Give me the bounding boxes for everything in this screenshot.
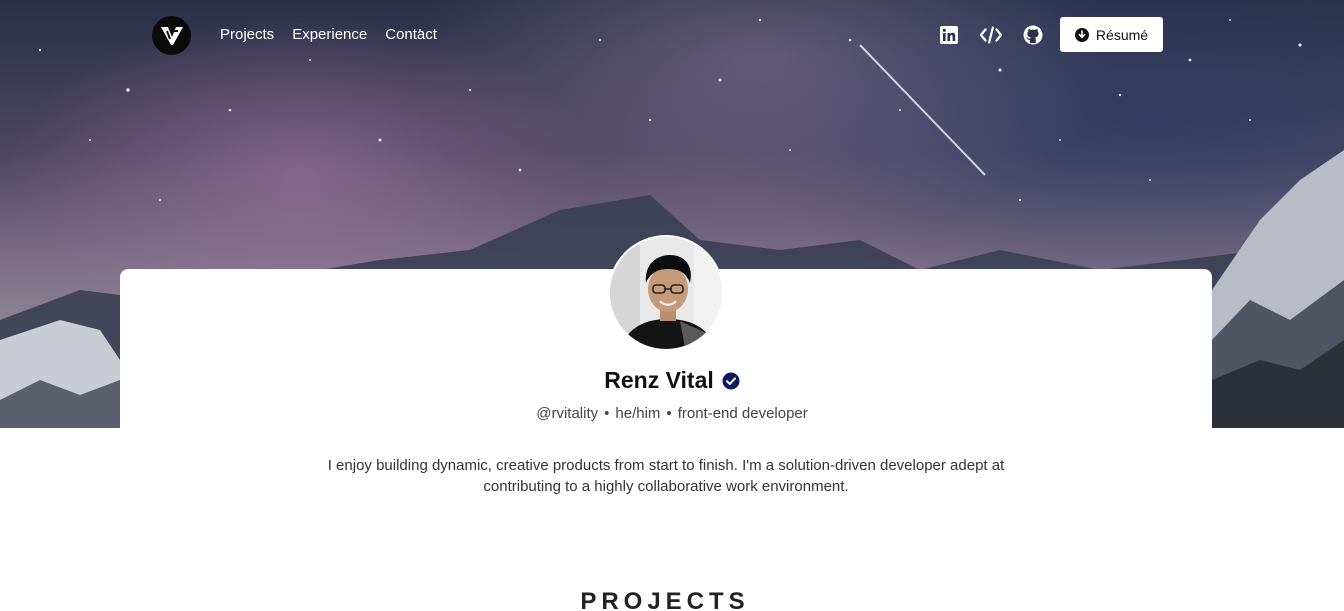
logo[interactable]: [152, 16, 191, 55]
code-icon[interactable]: [980, 24, 1002, 46]
download-icon: [1074, 27, 1089, 42]
profile-name-row: Renz Vital: [0, 367, 1344, 394]
profile-name: Renz Vital: [604, 367, 714, 393]
linkedin-icon[interactable]: [938, 24, 960, 46]
profile-bio: I enjoy building dynamic, creative produ…: [327, 457, 1005, 495]
projects-section-title: PROJECTS: [580, 588, 750, 611]
nav-link-projects[interactable]: Projects: [220, 26, 274, 43]
profile-role: front-end developer: [677, 405, 808, 422]
meta-separator: •: [604, 405, 610, 422]
social-links: [938, 24, 1044, 46]
resume-button[interactable]: Résumé: [1060, 17, 1163, 52]
profile-handle: @rvitality: [536, 405, 599, 422]
main-nav: Projects Experience Contact: [220, 26, 437, 43]
resume-button-label: Résumé: [1095, 26, 1149, 43]
nav-link-experience[interactable]: Experience: [292, 26, 367, 43]
logo-icon: [160, 26, 183, 45]
meta-separator: •: [666, 405, 672, 422]
profile-photo: [610, 237, 722, 349]
profile-meta: @rvitality • he/him • front-end developer: [0, 405, 1344, 422]
verified-badge-icon: [722, 372, 740, 389]
github-icon[interactable]: [1022, 24, 1044, 46]
nav-link-contact[interactable]: Contact: [385, 26, 437, 43]
avatar: [608, 235, 724, 351]
profile-pronouns: he/him: [615, 405, 661, 422]
